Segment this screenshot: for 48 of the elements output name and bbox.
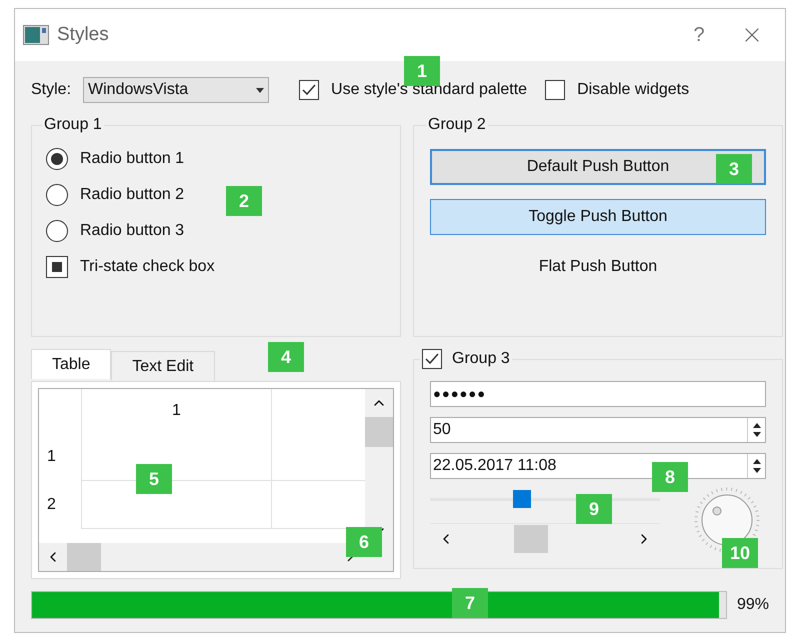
- app-icon: [23, 25, 49, 45]
- style-dropdown[interactable]: WindowsVista: [83, 77, 270, 103]
- callout-badge: 7: [452, 588, 488, 618]
- checkbox[interactable]: [299, 80, 320, 100]
- callout-badge: 8: [652, 462, 688, 492]
- callout-badge: 5: [136, 464, 172, 494]
- window-title: Styles: [57, 22, 109, 47]
- password-field[interactable]: ●●●●●●: [430, 381, 766, 407]
- row-header: 1: [46, 447, 57, 467]
- progress-percent: 99%: [736, 595, 769, 615]
- radio-button[interactable]: [46, 184, 68, 206]
- tab[interactable]: Text Edit: [111, 351, 215, 381]
- checkbox[interactable]: [422, 349, 442, 369]
- radio-label: Radio button 1: [80, 149, 184, 169]
- column-header: 1: [81, 389, 271, 433]
- scrollbar-thumb[interactable]: [514, 524, 548, 552]
- checkbox-label: Tri-state check box: [80, 257, 215, 277]
- group-title: Group 2: [427, 115, 487, 135]
- slider-thumb[interactable]: [513, 490, 531, 508]
- tab[interactable]: Table: [31, 349, 112, 379]
- push-button[interactable]: Flat Push Button: [430, 249, 766, 285]
- group-title: Group 3: [452, 349, 510, 369]
- callout-badge: 6: [346, 527, 382, 557]
- caret-icon: [256, 88, 264, 92]
- row-header: 2: [46, 495, 57, 515]
- option-label: Disable widgets: [577, 80, 690, 100]
- callout-badge: 10: [722, 538, 758, 568]
- callout-badge: 9: [576, 494, 612, 524]
- check-icon: [301, 82, 318, 98]
- checkbox[interactable]: [545, 80, 566, 100]
- scrollbar-thumb[interactable]: [365, 417, 393, 447]
- tristate-checkbox[interactable]: [46, 256, 68, 278]
- callout-badge: 3: [716, 154, 752, 184]
- check-icon: [424, 351, 440, 367]
- radio-label: Radio button 3: [80, 221, 184, 241]
- radio-button[interactable]: [46, 220, 68, 242]
- push-button[interactable]: Toggle Push Button: [430, 199, 766, 235]
- style-label: Style:: [31, 80, 72, 100]
- scrollbar[interactable]: [430, 523, 660, 553]
- callout-badge: 2: [226, 186, 262, 216]
- radio-button[interactable]: [46, 148, 68, 170]
- help-button[interactable]: ?: [679, 20, 719, 50]
- spin-box[interactable]: 50: [430, 417, 766, 443]
- radio-label: Radio button 2: [80, 185, 184, 205]
- group-title: Group 1: [43, 115, 103, 135]
- callout-badge: 1: [404, 56, 440, 86]
- callout-badge: 4: [268, 342, 304, 372]
- scrollbar-thumb[interactable]: [67, 543, 101, 571]
